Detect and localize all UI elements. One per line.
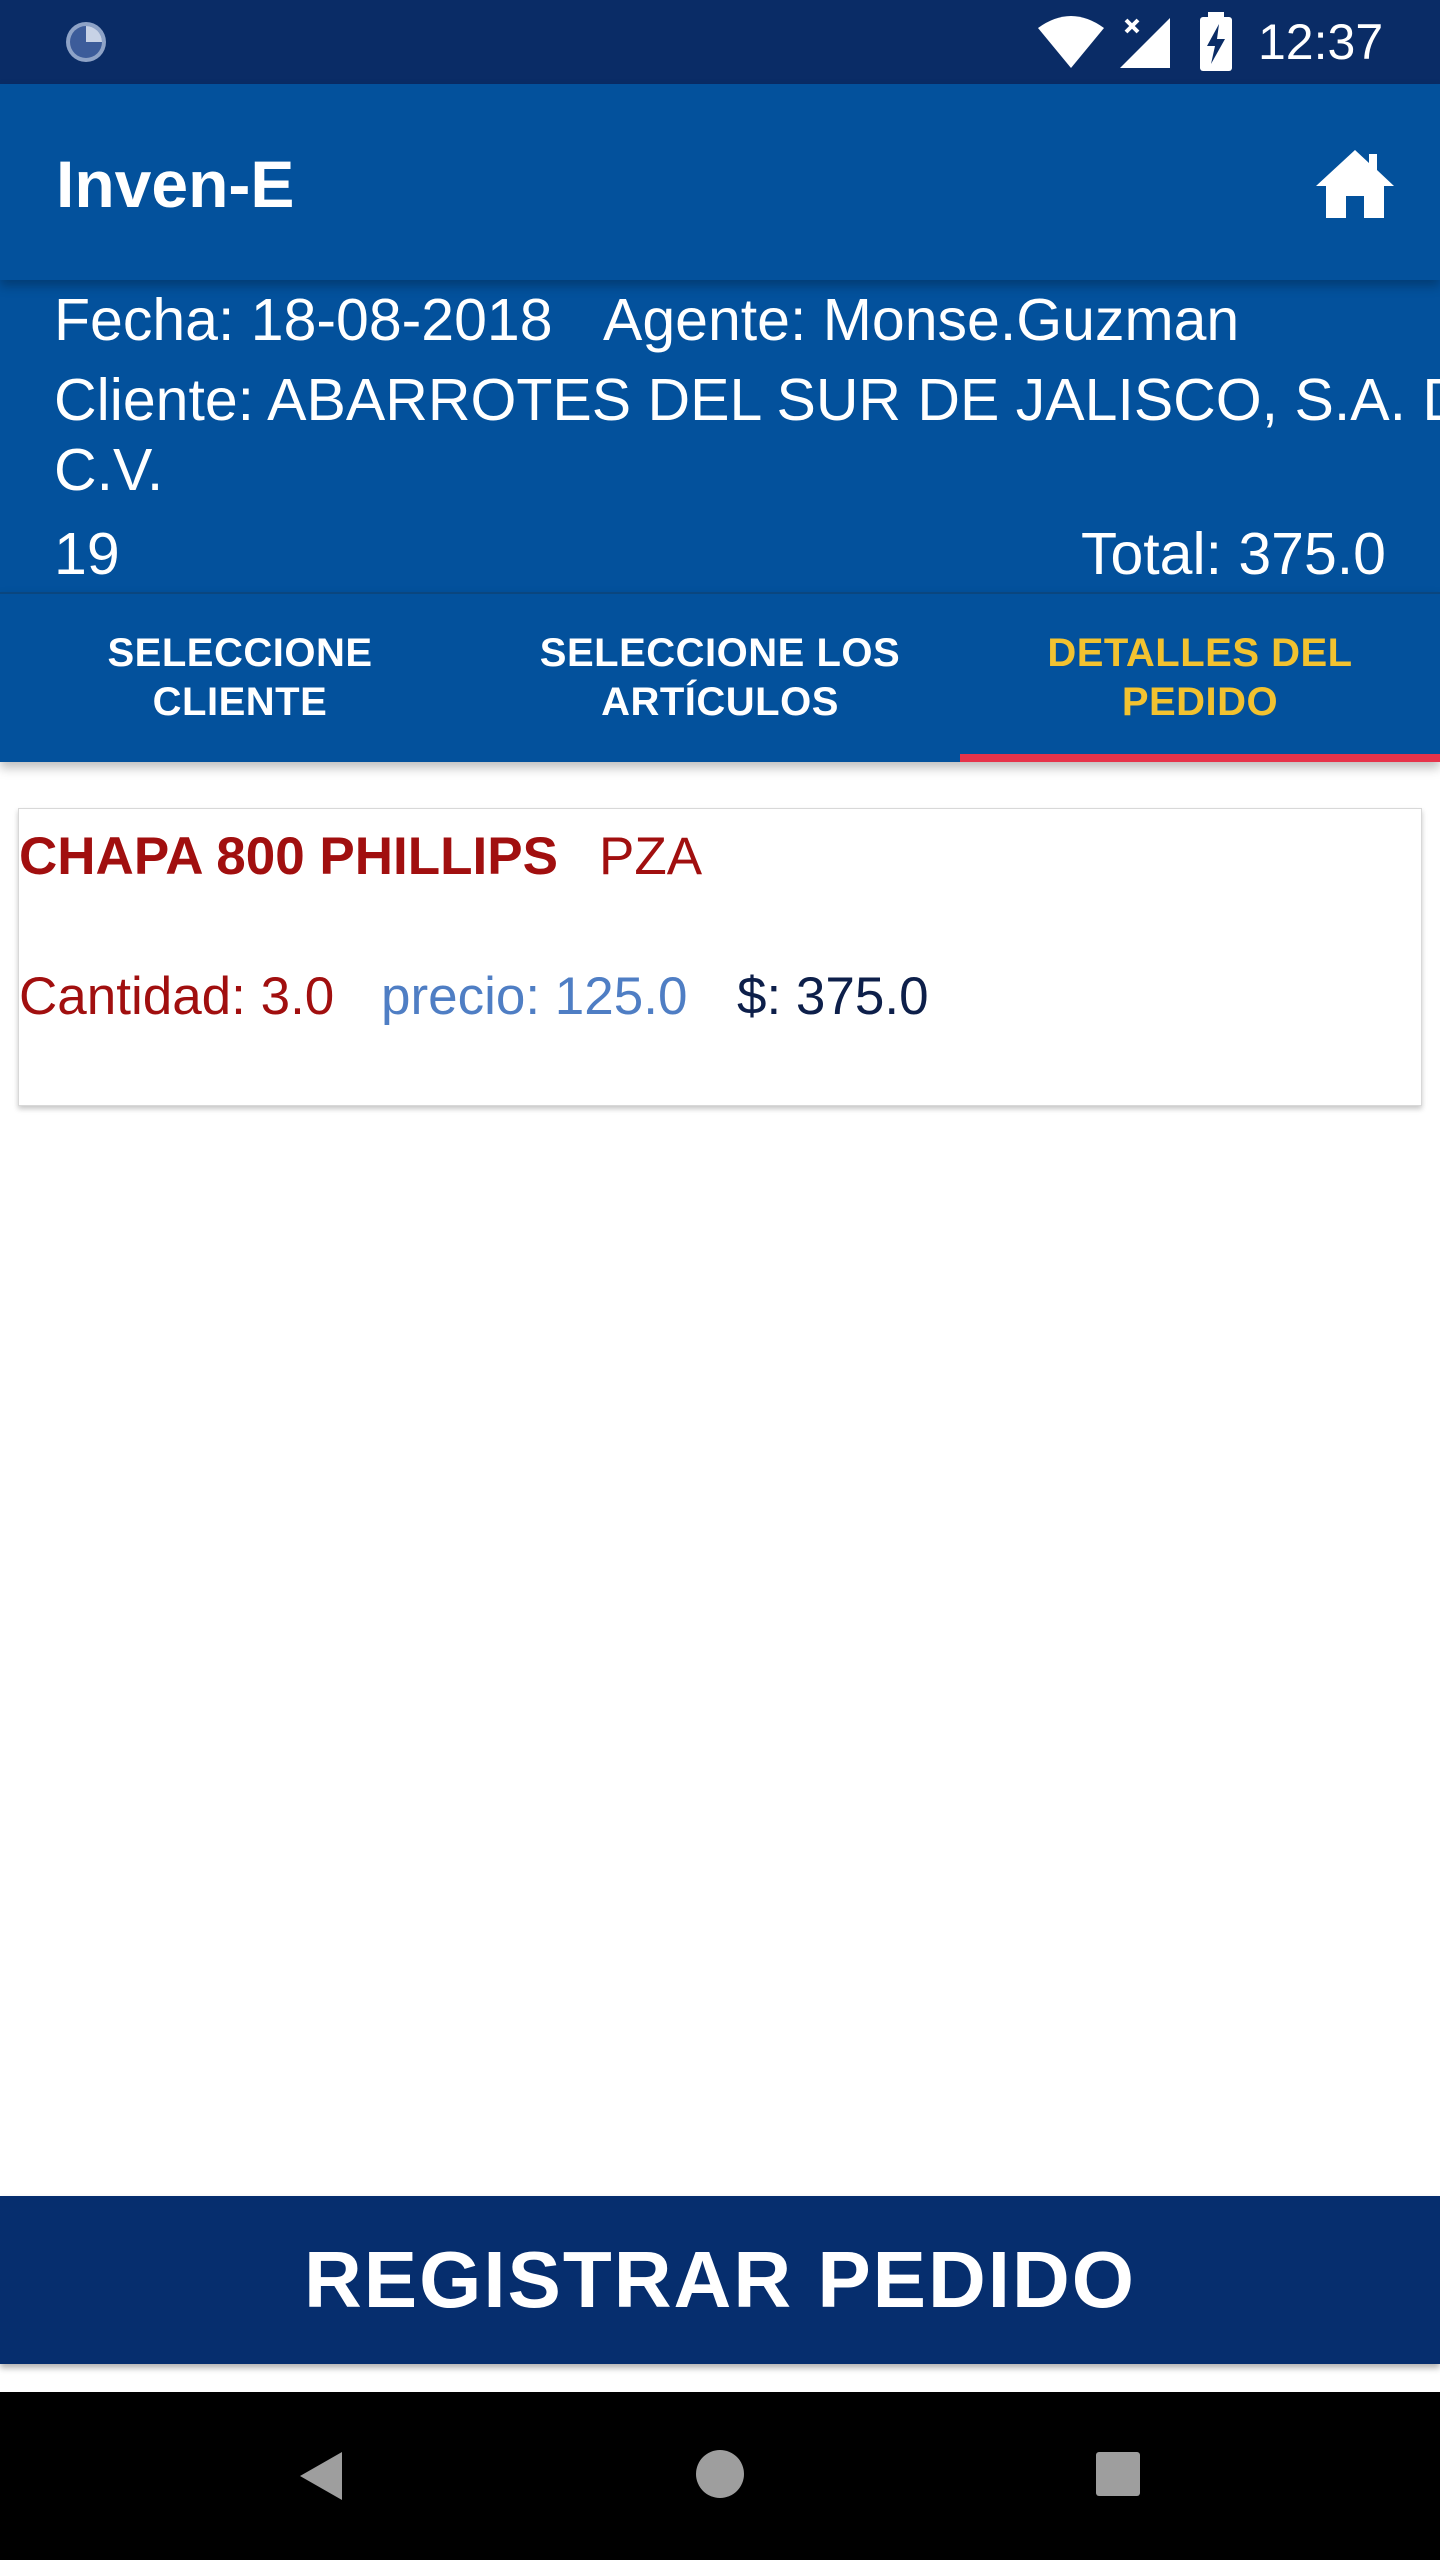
home-button[interactable] [1310, 142, 1400, 226]
order-agent: Agente: Monse.Guzman [603, 287, 1240, 353]
order-item-card[interactable]: CHAPA 800 PHILLIPS PZA Cantidad: 3.0 pre… [18, 808, 1422, 1106]
signal-icon [1120, 15, 1170, 68]
tab-seleccione-cliente[interactable]: SELECCIONE CLIENTE [0, 594, 480, 762]
register-order-button[interactable]: REGISTRAR PEDIDO [0, 2196, 1440, 2364]
back-icon[interactable] [296, 2448, 346, 2504]
tab-label-line2: ARTÍCULOS [601, 680, 839, 724]
order-client: Cliente: ABARROTES DEL SUR DE JALISCO, S… [54, 367, 1440, 433]
order-number: 19 [54, 521, 120, 587]
status-clock: 12:37 [1258, 14, 1384, 70]
home-icon [1316, 150, 1394, 218]
tab-label-line2: PEDIDO [1121, 680, 1279, 724]
system-nav-bar [0, 2392, 1440, 2560]
loading-icon [66, 22, 106, 62]
product-unit: PZA [599, 827, 703, 886]
status-bar: 12:37 [0, 0, 1440, 84]
wifi-icon [1038, 16, 1104, 68]
item-quantity: Cantidad: 3.0 [19, 967, 335, 1026]
tab-bar: SELECCIONE CLIENTE SELECCIONE LOS ARTÍCU… [0, 592, 1440, 762]
item-price: precio: 125.0 [381, 967, 688, 1026]
tab-label-line2: CLIENTE [152, 680, 328, 724]
app-bar: Inven-E [0, 84, 1440, 280]
item-subtotal: $: 375.0 [737, 967, 929, 1026]
tab-seleccione-articulos[interactable]: SELECCIONE LOS ARTÍCULOS [480, 594, 960, 762]
tab-label-line1: DETALLES DEL [1047, 631, 1353, 675]
order-date: Fecha: 18-08-2018 [54, 287, 553, 353]
tab-label-line1: SELECCIONE [107, 631, 373, 675]
order-total: Total: 375.0 [1080, 521, 1386, 587]
active-tab-indicator [960, 754, 1440, 762]
app-title: Inven-E [56, 147, 295, 221]
recents-icon[interactable] [1094, 2448, 1142, 2498]
home-circle-icon[interactable] [694, 2448, 746, 2500]
battery-charging-icon [1200, 12, 1232, 71]
tab-label-line1: SELECCIONE LOS [539, 631, 901, 675]
order-client-continued: C.V. [54, 437, 164, 503]
tab-detalles-pedido[interactable]: DETALLES DEL PEDIDO [960, 594, 1440, 762]
order-info-panel: Fecha: 18-08-2018 Agente: Monse.Guzman C… [0, 280, 1440, 592]
product-name: CHAPA 800 PHILLIPS [19, 827, 558, 886]
